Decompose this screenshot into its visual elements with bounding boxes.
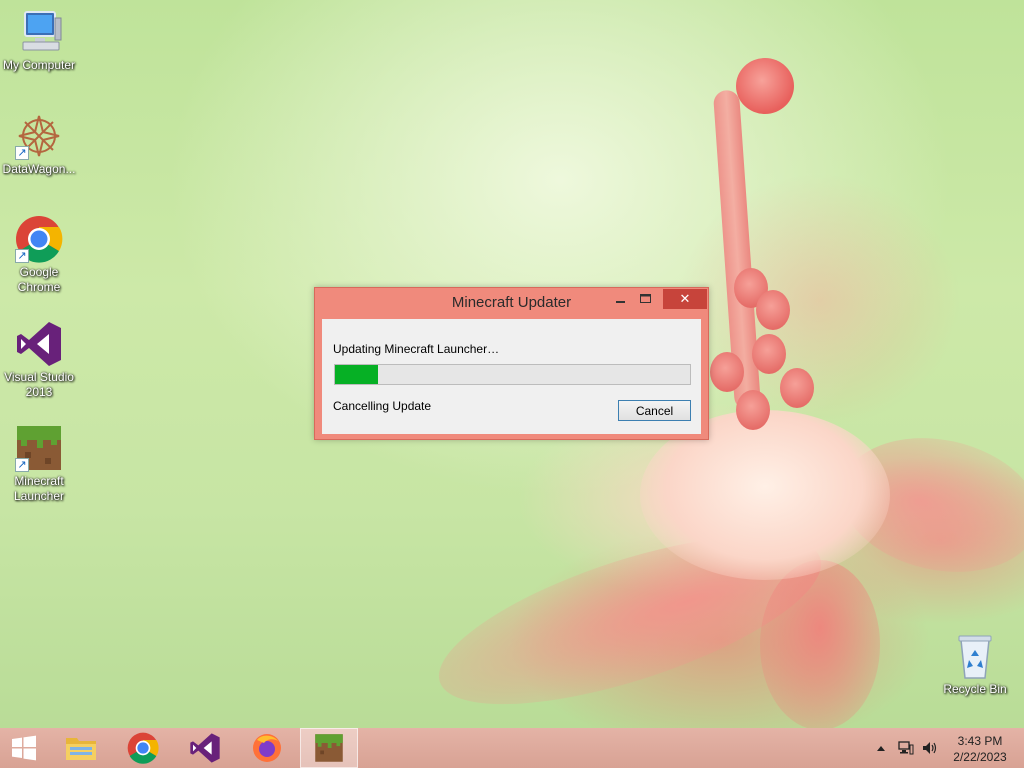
datawagon-icon: ↗ <box>15 112 63 160</box>
chrome-icon: ↗ <box>15 215 63 263</box>
clock-date: 2/22/2023 <box>953 750 1007 764</box>
minecraft-icon <box>315 734 343 762</box>
chevron-up-icon <box>877 746 885 751</box>
close-button[interactable]: ✕ <box>663 289 707 309</box>
desktop-icon-label: Google Chrome <box>17 265 61 294</box>
desktop-icon-visual-studio[interactable]: Visual Studio 2013 <box>1 320 77 400</box>
wallpaper-stamen <box>752 334 786 374</box>
desktop-icon-my-computer[interactable]: My Computer <box>1 8 77 73</box>
chrome-icon <box>127 732 159 764</box>
desktop-icon-google-chrome[interactable]: ↗ Google Chrome <box>1 215 77 295</box>
shortcut-arrow-icon: ↗ <box>15 146 29 160</box>
status-text: Updating Minecraft Launcher… <box>333 342 500 356</box>
start-button[interactable] <box>0 728 48 768</box>
clock-time: 3:43 PM <box>957 734 1003 748</box>
wallpaper-stamen <box>736 390 770 430</box>
taskbar-google-chrome[interactable] <box>114 728 172 768</box>
speaker-icon <box>923 742 937 754</box>
shortcut-arrow-icon: ↗ <box>15 249 29 263</box>
desktop: My Computer ↗ DataWagon... ↗ Google Chro… <box>0 0 1024 728</box>
taskbar-visual-studio[interactable] <box>176 728 234 768</box>
progress-bar <box>334 364 691 385</box>
dialog-client-area: Updating Minecraft Launcher… Cancelling … <box>322 319 701 434</box>
desktop-icon-label: DataWagon... <box>2 162 76 176</box>
minimize-button[interactable] <box>611 289 631 309</box>
network-icon <box>898 741 914 755</box>
wallpaper-stamen <box>780 368 814 408</box>
cancel-button[interactable]: Cancel <box>618 400 691 421</box>
taskbar-firefox[interactable] <box>238 728 296 768</box>
desktop-icon-recycle-bin[interactable]: Recycle Bin <box>937 632 1013 697</box>
firefox-icon <box>253 734 281 762</box>
wallpaper-petal <box>760 560 880 728</box>
desktop-icon-label: Recycle Bin <box>943 682 1007 696</box>
taskbar: 3:43 PM 2/22/2023 <box>0 728 1024 768</box>
windows-start-icon <box>12 735 36 761</box>
desktop-icon-minecraft-launcher[interactable]: ↗ Minecraft Launcher <box>1 424 77 504</box>
taskbar-file-explorer[interactable] <box>52 728 110 768</box>
desktop-icon-datawagon[interactable]: ↗ DataWagon... <box>1 112 77 177</box>
progress-fill <box>335 365 378 384</box>
shortcut-arrow-icon: ↗ <box>15 458 29 472</box>
maximize-button[interactable] <box>635 289 655 309</box>
maximize-icon <box>639 294 651 303</box>
recycle-bin-icon <box>951 632 999 680</box>
show-hidden-icons-button[interactable] <box>874 728 888 768</box>
visual-studio-icon <box>190 733 220 763</box>
desktop-icon-label: My Computer <box>2 58 76 72</box>
my-computer-icon <box>15 8 63 56</box>
network-tray-button[interactable] <box>896 728 916 768</box>
minecraft-icon: ↗ <box>15 424 63 472</box>
wallpaper-stamen <box>710 352 744 392</box>
minecraft-updater-dialog: Minecraft Updater ✕ Updating Minecraft L… <box>314 287 709 440</box>
taskbar-clock[interactable]: 3:43 PM 2/22/2023 <box>940 733 1020 765</box>
dialog-titlebar[interactable]: Minecraft Updater ✕ <box>315 288 708 318</box>
taskbar-minecraft[interactable] <box>300 728 358 768</box>
wallpaper-stamen <box>756 290 790 330</box>
wallpaper-bud <box>736 58 794 114</box>
file-explorer-icon <box>66 738 96 760</box>
desktop-icon-label: Minecraft Launcher <box>13 474 65 503</box>
desktop-icon-label: Visual Studio 2013 <box>4 370 74 399</box>
visual-studio-icon <box>15 320 63 368</box>
close-icon: ✕ <box>679 291 691 306</box>
volume-tray-button[interactable] <box>920 728 940 768</box>
minimize-icon <box>616 301 625 303</box>
sub-status-text: Cancelling Update <box>333 399 432 413</box>
